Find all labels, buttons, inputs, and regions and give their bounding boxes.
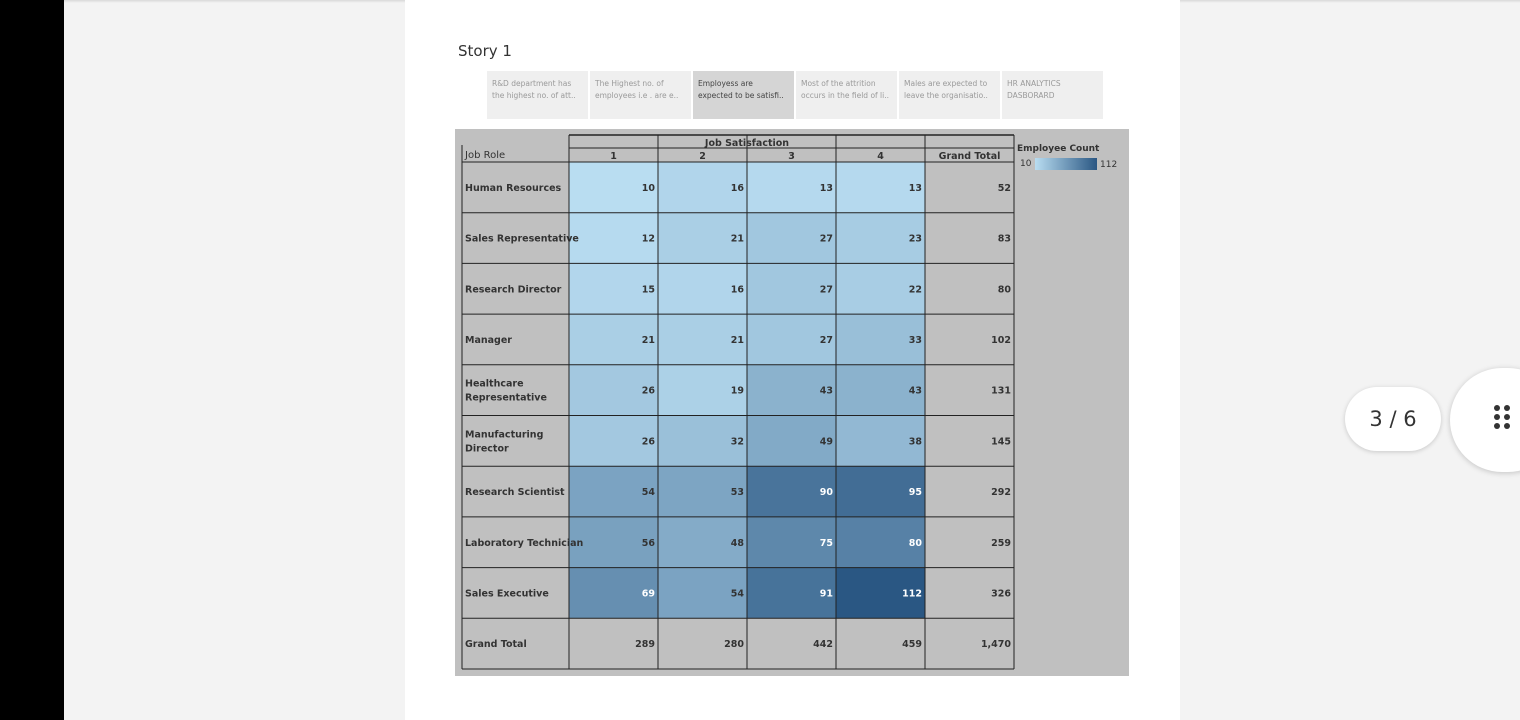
row-label: Human Resources	[465, 183, 562, 194]
column-header: 4	[877, 151, 884, 162]
row-total: 83	[998, 234, 1011, 245]
row-total: 102	[991, 335, 1011, 346]
cell-value: 21	[731, 234, 744, 245]
column-total: 459	[902, 639, 922, 650]
column-header: Grand Total	[939, 151, 1001, 162]
row-total: 292	[991, 487, 1011, 498]
cell-value: 26	[642, 436, 656, 447]
story-point-4[interactable]: Most of the attrition occurs in the fiel…	[796, 71, 897, 119]
row-label: Representative	[465, 393, 547, 404]
row-label: Manufacturing	[465, 429, 543, 440]
cell-value: 27	[820, 335, 833, 346]
column-header: 3	[788, 151, 795, 162]
row-total: 326	[991, 588, 1011, 599]
cell-value: 69	[642, 588, 655, 599]
cell-value: 54	[642, 487, 656, 498]
cell-value: 21	[642, 335, 655, 346]
row-label: Sales Executive	[465, 588, 549, 599]
cell-value: 75	[820, 538, 833, 549]
cell-value: 53	[731, 487, 744, 498]
row-label: Sales Representative	[465, 234, 579, 245]
column-header: 1	[610, 151, 617, 162]
legend-max: 112	[1100, 160, 1117, 170]
cell-value: 12	[642, 234, 655, 245]
row-total: 80	[998, 284, 1012, 295]
heatmap-viz: 10 16 13 13 Human Resources 52 12 21 27 23 Sales R…	[455, 129, 1129, 676]
column-group-header: Job Satisfaction	[704, 138, 789, 149]
row-total: 259	[991, 538, 1011, 549]
column-header: 2	[699, 151, 706, 162]
cell-value: 16	[731, 284, 745, 295]
cell-value: 19	[731, 386, 744, 397]
row-label: Director	[465, 443, 509, 454]
cell-value: 43	[909, 386, 922, 397]
row-label: Manager	[465, 335, 512, 346]
cell-value: 21	[731, 335, 744, 346]
cell-value: 33	[909, 335, 922, 346]
cell-value: 22	[909, 284, 922, 295]
grand-total-label: Grand Total	[465, 639, 527, 650]
story-navigator: R&D department has the highest no. of at…	[487, 71, 1105, 119]
cell-value: 13	[820, 183, 833, 194]
cell-value: 43	[820, 386, 833, 397]
row-total: 52	[998, 183, 1011, 194]
cell-value: 54	[731, 588, 745, 599]
column-total: 280	[724, 639, 744, 650]
heatmap-chart: 10 16 13 13Human Resources 5212 21 27 23Sales R…	[461, 134, 1117, 670]
left-black-bar	[0, 0, 64, 720]
story-point-1[interactable]: R&D department has the highest no. of at…	[487, 71, 588, 119]
row-label: Research Scientist	[465, 487, 565, 498]
story-point-5[interactable]: Males are expected to leave the organisa…	[899, 71, 1000, 119]
story-point-6[interactable]: HR ANALYTICS DASBORARD	[1002, 71, 1103, 119]
cell-value: 48	[731, 538, 745, 549]
cell-value: 16	[731, 183, 745, 194]
cell-value: 26	[642, 386, 656, 397]
row-header: Job Role	[464, 150, 505, 161]
cell-value: 90	[820, 487, 834, 498]
legend-min: 10	[1020, 159, 1032, 169]
story-page: Story 1 R&D department has the highest n…	[405, 0, 1180, 720]
cell-value: 56	[642, 538, 656, 549]
cell-value: 95	[909, 487, 922, 498]
row-total: 145	[991, 436, 1011, 447]
story-point-3[interactable]: Employess are expected to be satisfi..	[693, 71, 794, 119]
cell-value: 32	[731, 436, 744, 447]
cell-value: 80	[909, 538, 923, 549]
cell-value: 10	[642, 183, 656, 194]
grid-view-button[interactable]	[1450, 368, 1520, 472]
cell-value: 91	[820, 588, 833, 599]
cell-value: 13	[909, 183, 922, 194]
cell-value: 112	[902, 588, 922, 599]
cell-value: 23	[909, 234, 922, 245]
row-label: Healthcare	[465, 379, 524, 390]
story-point-2[interactable]: The Highest no. of employees i.e . are e…	[590, 71, 691, 119]
cell-value: 27	[820, 234, 833, 245]
cell-value: 15	[642, 284, 655, 295]
column-total: 442	[813, 639, 833, 650]
legend-gradient	[1035, 158, 1097, 170]
cell-value: 27	[820, 284, 833, 295]
column-total: 289	[635, 639, 655, 650]
cell-value: 38	[909, 436, 923, 447]
cell-value: 49	[820, 436, 833, 447]
row-label: Research Director	[465, 284, 562, 295]
overall-total: 1,470	[981, 639, 1011, 650]
row-label: Laboratory Technician	[465, 538, 584, 549]
legend-title: Employee Count	[1017, 144, 1100, 154]
story-title: Story 1	[458, 42, 512, 60]
slide-counter: 3 / 6	[1345, 387, 1441, 451]
row-total: 131	[991, 386, 1011, 397]
